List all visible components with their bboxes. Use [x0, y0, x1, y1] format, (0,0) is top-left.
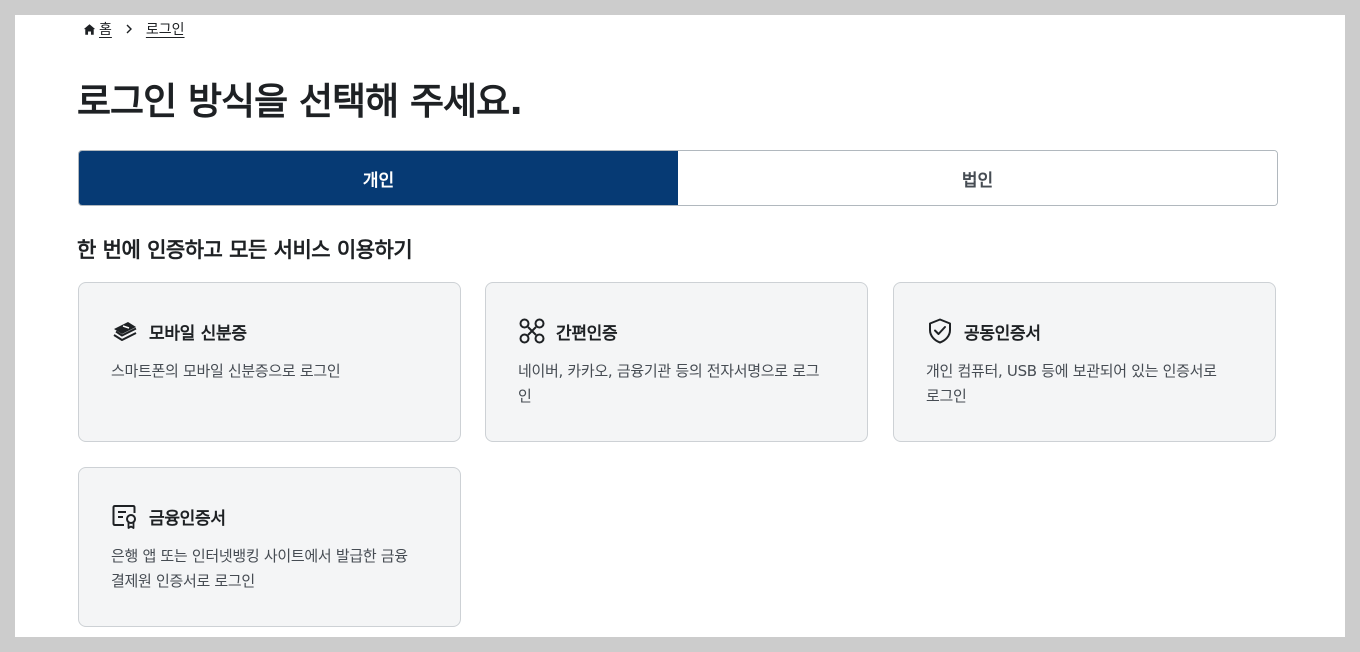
card-title: 공동인증서 — [964, 323, 1041, 344]
breadcrumb: 홈 로그인 — [83, 19, 185, 39]
card-title: 모바일 신분증 — [149, 323, 247, 344]
card-simple-auth[interactable]: 간편인증 네이버, 카카오, 금융기관 등의 전자서명으로 로그인 — [485, 282, 868, 442]
page-title: 로그인 방식을 선택해 주세요. — [77, 80, 523, 123]
card-description: 스마트폰의 모바일 신분증으로 로그인 — [111, 362, 341, 380]
tab-corporate[interactable]: 법인 — [678, 151, 1277, 205]
card-header: 모바일 신분증 — [111, 317, 428, 345]
card-header: 공동인증서 — [926, 317, 1243, 345]
card-description: 개인 컴퓨터, USB 등에 보관되어 있는 인증서로 로그인 — [926, 362, 1217, 405]
breadcrumb-home-link[interactable]: 홈 — [83, 19, 112, 39]
card-mobile-id[interactable]: 모바일 신분증 스마트폰의 모바일 신분증으로 로그인 — [78, 282, 461, 442]
card-financial-certificate[interactable]: 금융인증서 은행 앱 또는 인터넷뱅킹 사이트에서 발급한 금융결제원 인증서로… — [78, 467, 461, 627]
card-title: 간편인증 — [556, 323, 618, 344]
card-description: 네이버, 카카오, 금융기관 등의 전자서명으로 로그인 — [518, 362, 820, 405]
mobile-id-icon — [113, 322, 137, 341]
chevron-right-icon — [124, 24, 134, 34]
section-title: 한 번에 인증하고 모든 서비스 이용하기 — [77, 238, 413, 262]
breadcrumb-home-label: 홈 — [99, 22, 112, 38]
home-icon — [83, 23, 96, 35]
card-title: 금융인증서 — [149, 508, 226, 529]
login-type-tabs: 개인 법인 — [78, 150, 1278, 206]
certificate-icon — [112, 505, 136, 529]
card-header: 금융인증서 — [111, 502, 428, 530]
card-joint-certificate[interactable]: 공동인증서 개인 컴퓨터, USB 등에 보관되어 있는 인증서로 로그인 — [893, 282, 1276, 442]
breadcrumb-current-link[interactable]: 로그인 — [146, 19, 185, 39]
shield-check-icon — [929, 318, 951, 344]
page: 홈 로그인 로그인 방식을 선택해 주세요. 개인 법인 한 번에 인증하고 모… — [15, 15, 1345, 637]
card-description: 은행 앱 또는 인터넷뱅킹 사이트에서 발급한 금융결제원 인증서로 로그인 — [111, 547, 408, 590]
card-header: 간편인증 — [518, 317, 835, 345]
tab-individual[interactable]: 개인 — [79, 151, 678, 205]
simple-auth-icon — [519, 318, 545, 344]
